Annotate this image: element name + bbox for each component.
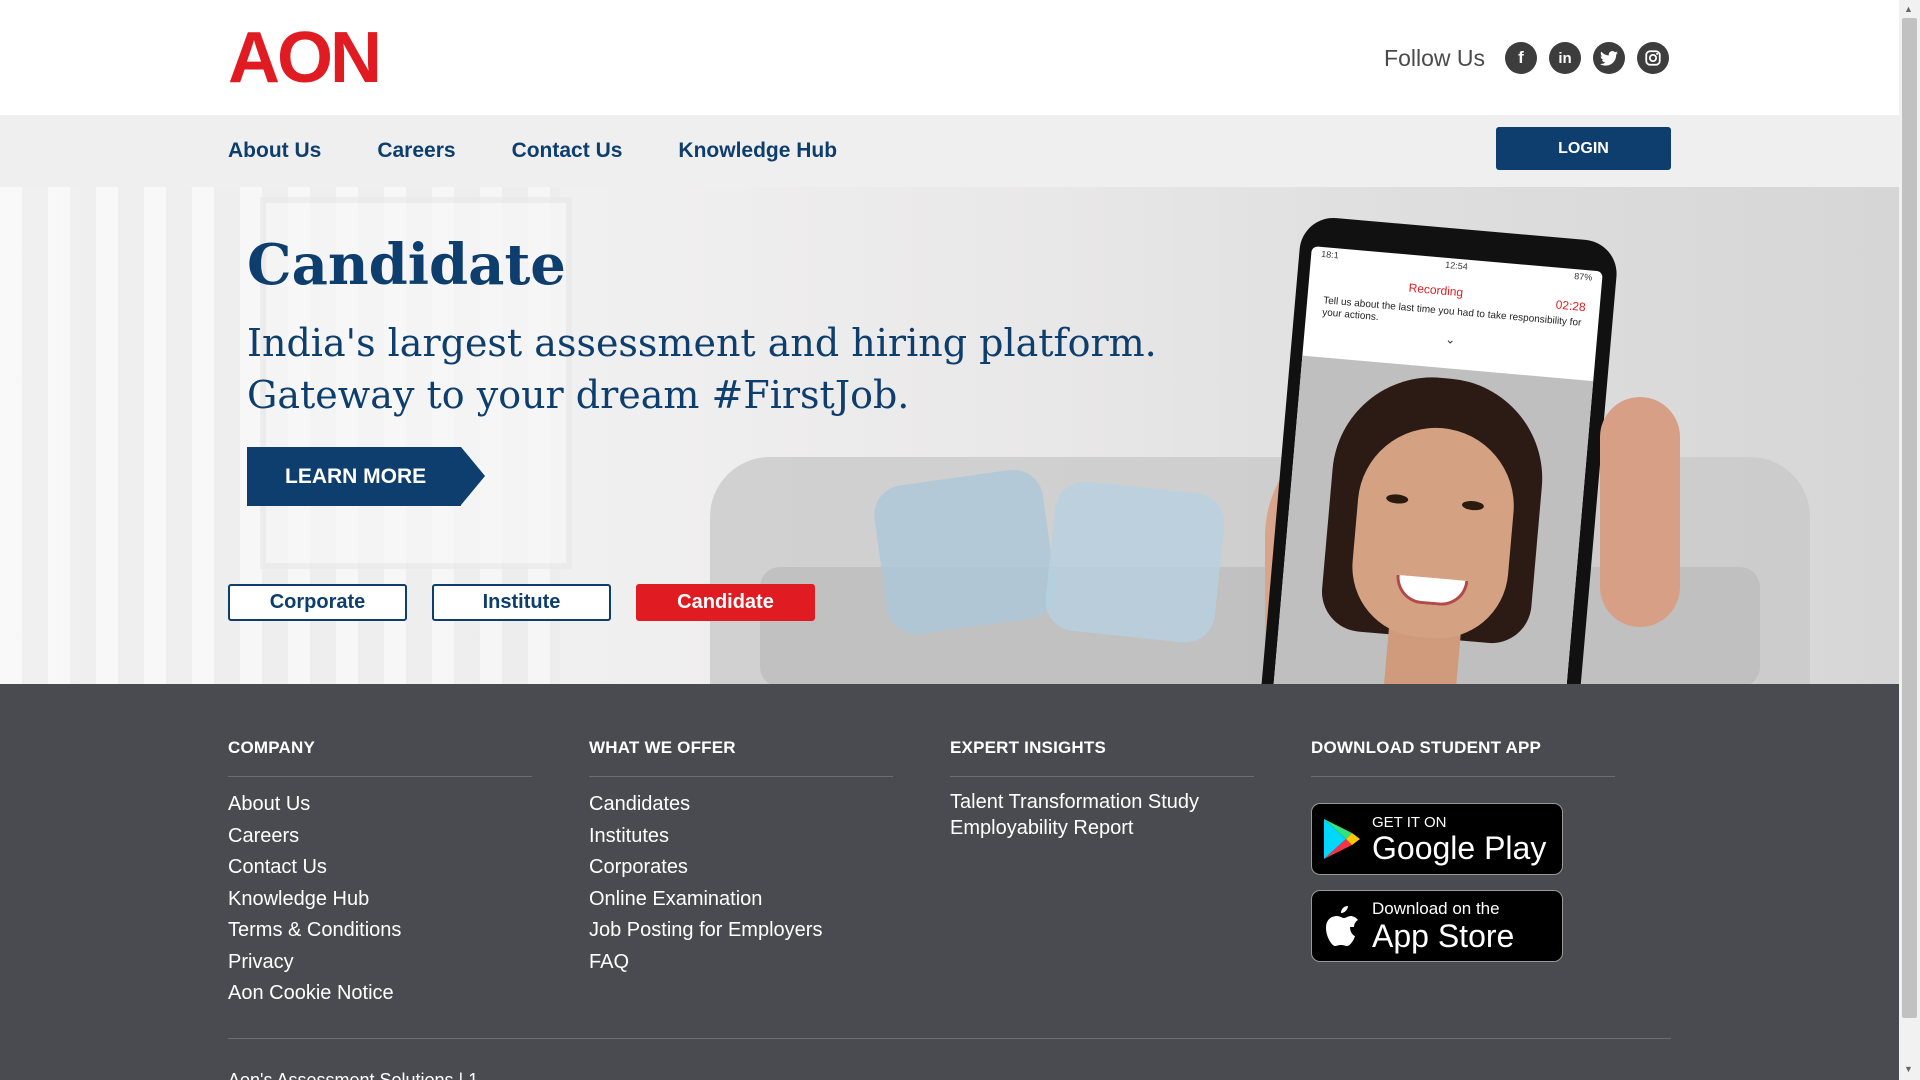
tab-institute[interactable]: Institute xyxy=(432,584,611,621)
footer-company: COMPANY About Us Careers Contact Us Know… xyxy=(228,738,532,1010)
divider xyxy=(1311,776,1615,777)
tab-candidate[interactable]: Candidate xyxy=(636,584,815,621)
nav-careers[interactable]: Careers xyxy=(377,139,455,163)
phone-status-time: 12:54 xyxy=(1444,259,1469,272)
phone-screen: 18:1 12:54 87% Recording 02:28 Tell us a… xyxy=(1270,246,1603,684)
follow-us-label: Follow Us xyxy=(1384,44,1485,71)
recording-label: Recording xyxy=(1408,280,1464,300)
app-store-small: Download on the xyxy=(1372,899,1500,918)
footer-link-knowledge-hub[interactable]: Knowledge Hub xyxy=(228,884,532,916)
nav-items: About Us Careers Contact Us Knowledge Hu… xyxy=(228,115,837,187)
footer-app: DOWNLOAD STUDENT APP GET IT ON Google Pl… xyxy=(1311,738,1615,977)
footer-link-terms[interactable]: Terms & Conditions xyxy=(228,915,532,947)
footer-link-contact-us[interactable]: Contact Us xyxy=(228,852,532,884)
footer-link-cookie-notice[interactable]: Aon Cookie Notice xyxy=(228,978,532,1010)
footer-app-title: DOWNLOAD STUDENT APP xyxy=(1311,738,1542,757)
thumb-image xyxy=(1600,397,1680,627)
google-play-text: GET IT ON Google Play xyxy=(1372,814,1546,865)
footer-insights-title: EXPERT INSIGHTS xyxy=(950,738,1107,757)
google-play-small: GET IT ON xyxy=(1372,813,1447,831)
hero-subtitle: India's largest assessment and hiring pl… xyxy=(247,317,1167,421)
instagram-icon[interactable] xyxy=(1637,42,1669,74)
hero-banner: Candidate India's largest assessment and… xyxy=(0,187,1899,684)
footer-company-title: COMPANY xyxy=(228,738,316,757)
follow-us: Follow Us f in xyxy=(1384,42,1669,74)
google-play-big: Google Play xyxy=(1372,829,1547,866)
apple-icon xyxy=(1312,904,1372,948)
divider xyxy=(589,776,893,777)
footer-link-faq[interactable]: FAQ xyxy=(589,947,893,979)
site-header: AON Follow Us f in xyxy=(0,0,1899,115)
candidate-eye xyxy=(1385,493,1409,505)
footer-link-corporates[interactable]: Corporates xyxy=(589,852,893,884)
hero-subtitle-line: India's largest assessment and hiring pl… xyxy=(247,321,1157,365)
nav-knowledge-hub[interactable]: Knowledge Hub xyxy=(678,139,837,163)
footer-offer-title: WHAT WE OFFER xyxy=(589,738,736,757)
footer-link-candidates[interactable]: Candidates xyxy=(589,789,893,821)
divider xyxy=(228,776,532,777)
footer-copyright: Aon's Assessment Solutions | 1 xyxy=(228,1070,479,1080)
divider xyxy=(228,1038,1671,1039)
footer-link-about-us[interactable]: About Us xyxy=(228,789,532,821)
background-pillow xyxy=(1042,478,1228,646)
phone-status-left: 18:1 xyxy=(1320,248,1340,261)
login-button[interactable]: LOGIN xyxy=(1496,127,1671,170)
footer-link-institutes[interactable]: Institutes xyxy=(589,821,893,853)
footer-link-online-examination[interactable]: Online Examination xyxy=(589,884,893,916)
recording-timer: 02:28 xyxy=(1555,297,1587,315)
facebook-icon[interactable]: f xyxy=(1505,42,1537,74)
aon-logo[interactable]: AON xyxy=(228,22,382,94)
scroll-down-icon[interactable]: ▼ xyxy=(1904,1064,1913,1074)
arrow-shape-icon xyxy=(461,447,485,505)
page-scrollbar[interactable]: ▲ ▼ xyxy=(1899,0,1920,1080)
learn-more-button[interactable]: LEARN MORE xyxy=(247,447,485,506)
footer-insights: EXPERT INSIGHTS Talent Transformation St… xyxy=(950,738,1254,841)
site-footer: COMPANY About Us Careers Contact Us Know… xyxy=(0,684,1899,1080)
background-pillow xyxy=(870,465,1060,639)
page: AON Follow Us f in About Us Careers Cont… xyxy=(0,0,1899,1080)
nav-about-us[interactable]: About Us xyxy=(228,139,321,163)
footer-link-talent-study[interactable]: Talent Transformation Study xyxy=(950,789,1254,815)
app-store-text: Download on the App Store xyxy=(1372,899,1514,953)
tab-corporate[interactable]: Corporate xyxy=(228,584,407,621)
learn-more-label: LEARN MORE xyxy=(247,447,461,506)
nav-contact-us[interactable]: Contact Us xyxy=(512,139,623,163)
hero-subtitle-line: Gateway to your dream #FirstJob. xyxy=(247,373,910,417)
footer-link-employability-report[interactable]: Employability Report xyxy=(950,815,1254,841)
phone-mockup-image: 18:1 12:54 87% Recording 02:28 Tell us a… xyxy=(1257,215,1620,684)
phone-status-right: 87% xyxy=(1573,271,1593,283)
linkedin-icon[interactable]: in xyxy=(1549,42,1581,74)
footer-link-job-posting[interactable]: Job Posting for Employers xyxy=(589,915,893,947)
candidate-smile xyxy=(1394,574,1469,608)
twitter-icon[interactable] xyxy=(1593,42,1625,74)
google-play-badge[interactable]: GET IT ON Google Play xyxy=(1311,803,1563,875)
scroll-up-icon[interactable]: ▲ xyxy=(1904,4,1913,14)
divider xyxy=(950,776,1254,777)
candidate-eye xyxy=(1461,500,1485,512)
footer-offer: WHAT WE OFFER Candidates Institutes Corp… xyxy=(589,738,893,978)
footer-link-careers[interactable]: Careers xyxy=(228,821,532,853)
hero-title: Candidate xyxy=(247,232,566,298)
google-play-icon xyxy=(1312,817,1372,861)
audience-tabs: Corporate Institute Candidate xyxy=(228,584,815,621)
app-store-badge[interactable]: Download on the App Store xyxy=(1311,890,1563,962)
footer-link-privacy[interactable]: Privacy xyxy=(228,947,532,979)
scrollbar-thumb[interactable] xyxy=(1902,18,1917,1018)
app-store-big: App Store xyxy=(1372,918,1515,954)
candidate-video xyxy=(1270,355,1594,684)
